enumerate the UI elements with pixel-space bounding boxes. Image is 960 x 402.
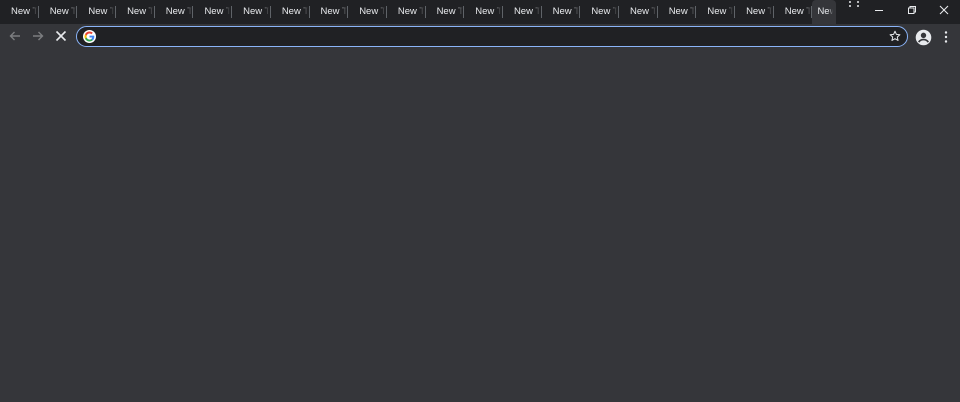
tab[interactable]: New Tab	[116, 0, 155, 24]
profile-button[interactable]	[913, 27, 933, 47]
close-icon	[939, 5, 949, 15]
tab-title: New Tab	[165, 6, 192, 17]
menu-button[interactable]	[937, 27, 955, 47]
stop-loading-icon	[55, 30, 67, 42]
tab-title: New Tab	[668, 6, 695, 17]
tab[interactable]: New Tab	[619, 0, 658, 24]
tab-title: New Tab	[746, 6, 773, 17]
tab[interactable]: New Tab	[0, 0, 39, 24]
restore-button[interactable]	[895, 0, 929, 20]
tab[interactable]: New Tab	[580, 0, 619, 24]
tab[interactable]: New Tab	[155, 0, 194, 24]
browser-window: New Tab New Tab New Tab New Tab New Tab …	[0, 0, 960, 402]
google-icon	[83, 30, 96, 43]
tab[interactable]: New Tab	[542, 0, 581, 24]
tab[interactable]: New Tab	[696, 0, 735, 24]
back-arrow-icon	[9, 31, 20, 41]
tab[interactable]: New Tab	[387, 0, 426, 24]
minimize-icon	[875, 10, 883, 11]
forward-arrow-icon	[33, 31, 44, 41]
tab[interactable]: New Tab	[348, 0, 387, 24]
profile-icon	[915, 29, 931, 45]
restore-icon	[908, 6, 916, 14]
tab[interactable]: New Tab	[232, 0, 271, 24]
tab-title: New Tab	[436, 6, 463, 17]
tab-title: New Tab	[243, 6, 270, 17]
tab-title: New Tab	[281, 6, 308, 17]
tab-list: New Tab New Tab New Tab New Tab New Tab …	[0, 0, 837, 24]
page-content	[0, 50, 960, 402]
close-window-button[interactable]	[927, 0, 960, 20]
stop-button[interactable]	[50, 25, 72, 47]
tab[interactable]: New Tab	[271, 0, 310, 24]
tab-strip: New Tab New Tab New Tab New Tab New Tab …	[0, 0, 960, 24]
tab-title: New Tab	[359, 6, 386, 17]
star-icon	[889, 30, 901, 41]
tab[interactable]: New Tab	[193, 0, 232, 24]
tab[interactable]: New Tab	[503, 0, 542, 24]
address-input[interactable]	[101, 28, 881, 44]
active-tab-title: New Tab	[817, 6, 834, 17]
tab[interactable]: New Tab	[77, 0, 116, 24]
tab-title: New Tab	[707, 6, 734, 17]
tab[interactable]: New Tab	[426, 0, 465, 24]
tab-title: New Tab	[127, 6, 154, 17]
kebab-menu-icon	[944, 31, 948, 43]
minimize-button[interactable]	[862, 0, 896, 20]
tab[interactable]: New Tab	[310, 0, 349, 24]
tab-title: New Tab	[397, 6, 424, 17]
toolbar	[0, 24, 960, 50]
tab-title: New Tab	[513, 6, 540, 17]
tab-title: New Tab	[204, 6, 231, 17]
back-button[interactable]	[4, 25, 26, 47]
bookmark-button[interactable]	[888, 29, 902, 43]
tab-title: New Tab	[88, 6, 115, 17]
tab-title: New Tab	[49, 6, 76, 17]
forward-button[interactable]	[27, 25, 49, 47]
tab[interactable]: New Tab	[658, 0, 697, 24]
tab-title: New Tab	[591, 6, 618, 17]
tab-title: New Tab	[552, 6, 579, 17]
tab[interactable]: New Tab	[39, 0, 78, 24]
tab-title: New Tab	[784, 6, 811, 17]
active-tab[interactable]: New Tab	[812, 0, 837, 24]
tab-title: New Tab	[630, 6, 656, 17]
tab-search-icon	[849, 1, 859, 7]
tab[interactable]: New Tab	[774, 0, 813, 24]
tab-title: New Tab	[320, 6, 347, 17]
tab[interactable]: New Tab	[735, 0, 774, 24]
tab-title: New Tab	[11, 6, 37, 17]
tab-title: New Tab	[475, 6, 502, 17]
address-bar[interactable]	[76, 26, 908, 47]
tab[interactable]: New Tab	[464, 0, 503, 24]
